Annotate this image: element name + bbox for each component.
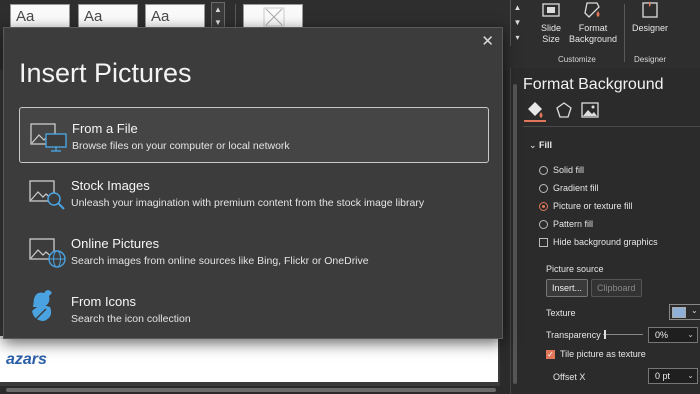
designer-label: Designer	[631, 23, 669, 33]
offset-x-label: Offset X	[553, 372, 586, 382]
tile-picture-checkbox[interactable]: ✓ Tile picture as texture	[546, 349, 646, 359]
globe-picture-icon	[29, 238, 66, 268]
option-title: From Icons	[71, 294, 137, 309]
texture-swatch	[672, 307, 686, 318]
designer-button[interactable]: Designer	[630, 0, 670, 34]
stock-search-icon	[29, 180, 65, 210]
option-title: From a File	[72, 121, 138, 136]
theme-sample-text: Aa	[151, 8, 170, 25]
from-file-option[interactable]: From a File Browse files on your compute…	[19, 107, 489, 163]
format-background-pane: Format Background ⌄ Fill Solid fill Grad…	[510, 68, 700, 394]
radio-button[interactable]	[539, 183, 548, 193]
scrollbar-thumb[interactable]	[513, 84, 517, 384]
radio-button[interactable]	[539, 219, 548, 229]
option-title: Stock Images	[71, 178, 150, 193]
spinner-icon[interactable]: ⌄	[687, 330, 694, 339]
close-button[interactable]: ✕	[481, 32, 494, 50]
tab-picture[interactable]	[579, 100, 601, 122]
option-description: Browse files on your computer or local n…	[72, 140, 290, 152]
checkbox-checked[interactable]: ✓	[546, 349, 555, 359]
texture-label: Texture	[546, 308, 576, 318]
transparency-input[interactable]: 0% ⌄	[648, 327, 698, 343]
chevron-down-icon: ⌄	[691, 306, 698, 315]
radio-button-selected[interactable]	[539, 201, 548, 211]
tile-picture-label: Tile picture as texture	[560, 349, 646, 359]
icons-bird-icon	[32, 290, 52, 321]
format-background-icon	[584, 2, 600, 18]
variants-scroll[interactable]: ▲ ▼ ▾	[510, 0, 524, 46]
horizontal-scrollbar[interactable]	[0, 386, 510, 394]
stock-images-option[interactable]: Stock Images Unleash your imagination wi…	[19, 165, 489, 221]
scrollbar-thumb[interactable]	[6, 388, 496, 392]
slide-brand-text: azars	[6, 351, 47, 368]
designer-group-label: Designer	[634, 55, 667, 64]
offset-x-value: 0 pt	[655, 371, 671, 381]
solid-fill-label: Solid fill	[553, 165, 585, 175]
designer-icon	[642, 1, 658, 18]
dialog-title: Insert Pictures	[19, 58, 192, 88]
option-description: Search images from online sources like B…	[71, 255, 369, 267]
themes-more-button[interactable]: ▲ ▼	[211, 2, 225, 30]
tab-effects[interactable]	[553, 100, 575, 122]
picture-fill-radio[interactable]: Picture or texture fill	[539, 201, 633, 211]
texture-dropdown[interactable]: ⌄	[669, 304, 700, 320]
option-title: Online Pictures	[71, 236, 160, 251]
slide-size-label: Slide Size	[540, 23, 561, 44]
theme-sample-text: Aa	[16, 8, 35, 25]
theme-sample-text: Aa	[84, 8, 103, 25]
pane-title: Format Background	[523, 76, 664, 93]
pane-scrollbar[interactable]	[511, 70, 519, 392]
picture-source-label: Picture source	[546, 264, 604, 274]
slide-preview[interactable]: azars	[0, 336, 498, 382]
spinner-icon[interactable]: ⌄	[687, 371, 694, 380]
checkbox[interactable]	[539, 237, 548, 247]
group-separator	[624, 4, 625, 62]
format-background-label: Format Background	[568, 23, 618, 44]
tab-fill[interactable]	[524, 100, 546, 122]
insert-button[interactable]: Insert...	[546, 279, 589, 297]
online-pictures-option[interactable]: Online Pictures Search images from onlin…	[19, 223, 489, 279]
option-description: Unleash your imagination with premium co…	[71, 197, 425, 209]
from-icons-option[interactable]: From Icons Search the icon collection	[19, 281, 489, 337]
hide-graphics-label: Hide background graphics	[553, 237, 658, 247]
gradient-fill-label: Gradient fill	[553, 183, 599, 193]
chevron-down-icon[interactable]: ⌄	[529, 140, 537, 151]
format-background-button[interactable]: Format Background	[568, 0, 618, 45]
gradient-fill-radio[interactable]: Gradient fill	[539, 183, 599, 193]
transparency-label: Transparency	[546, 330, 601, 340]
transparency-slider[interactable]	[603, 334, 643, 335]
slide-size-button[interactable]: Slide Size	[533, 0, 569, 45]
option-description: Search the icon collection	[71, 313, 191, 325]
computer-file-icon	[30, 123, 67, 152]
slider-thumb[interactable]	[604, 330, 606, 339]
clipboard-button[interactable]: Clipboard	[591, 279, 642, 297]
radio-button[interactable]	[539, 165, 548, 175]
solid-fill-radio[interactable]: Solid fill	[539, 165, 584, 175]
insert-pictures-dialog: ✕ Insert Pictures From a File Browse fil…	[3, 27, 503, 339]
pentagon-icon	[556, 102, 572, 118]
pattern-fill-label: Pattern fill	[553, 219, 594, 229]
picture-fill-label: Picture or texture fill	[553, 201, 633, 211]
pattern-fill-radio[interactable]: Pattern fill	[539, 219, 593, 229]
slide-size-icon	[542, 3, 560, 17]
divider	[523, 126, 700, 127]
offset-x-input[interactable]: 0 pt ⌄	[648, 368, 698, 384]
hide-background-graphics-checkbox[interactable]: Hide background graphics	[539, 237, 658, 247]
transparency-value: 0%	[655, 330, 669, 340]
customize-group-label: Customize	[558, 55, 596, 64]
variant-preview-icon	[263, 7, 285, 27]
fill-section-header[interactable]: Fill	[539, 140, 552, 150]
paint-bucket-icon	[528, 102, 543, 118]
picture-icon	[581, 102, 599, 118]
